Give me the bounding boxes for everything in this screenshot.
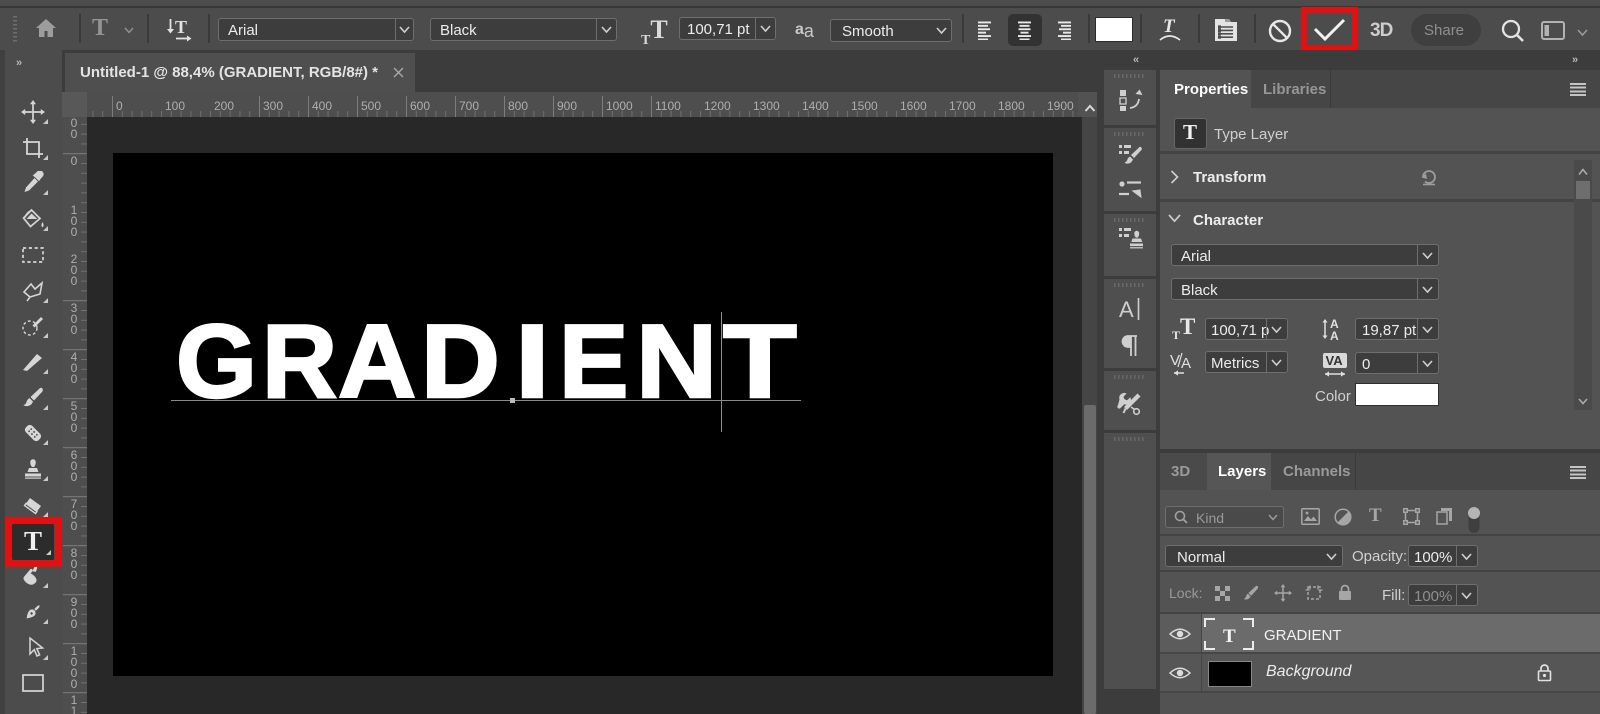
svg-text:T: T (1163, 17, 1176, 37)
svg-text:A: A (1181, 355, 1191, 372)
svg-text:A: A (1119, 297, 1134, 322)
svg-text:VA: VA (1326, 353, 1344, 368)
svg-text:T: T (1223, 626, 1236, 647)
svg-text:A: A (1330, 329, 1339, 342)
svg-text:T: T (175, 18, 187, 37)
